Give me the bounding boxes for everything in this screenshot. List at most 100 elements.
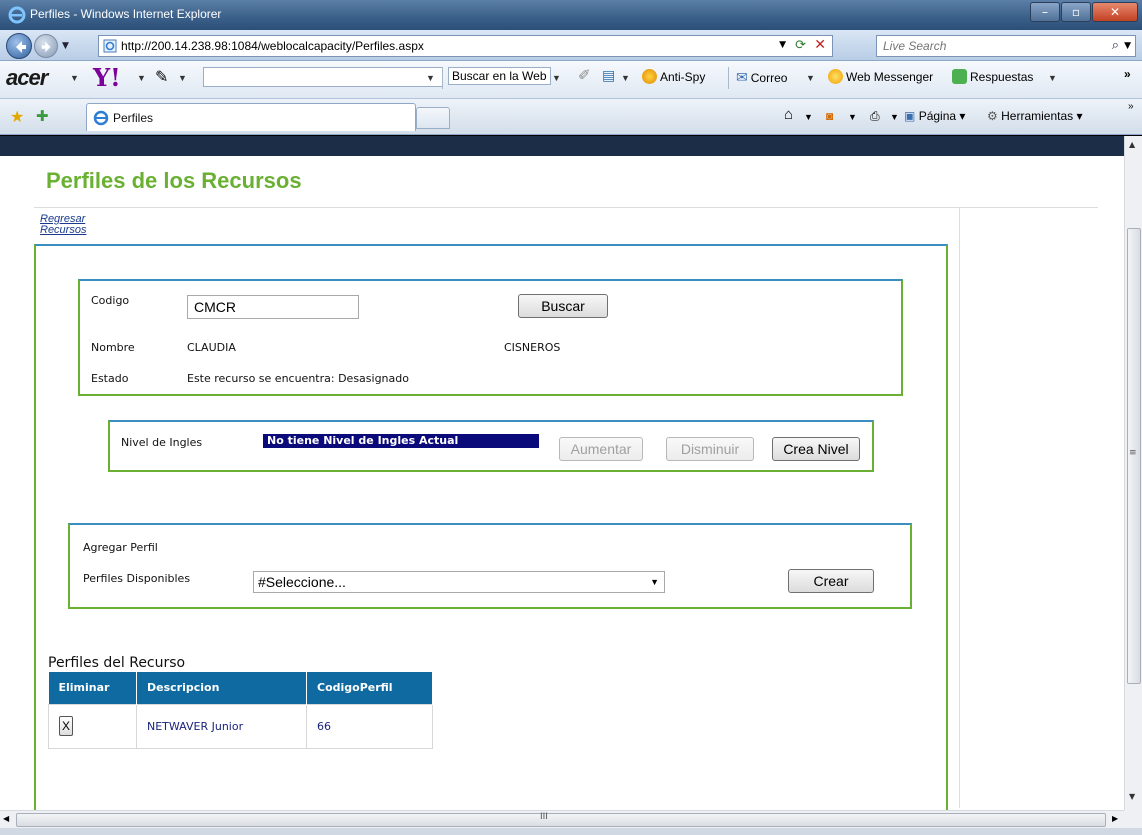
status-bar: [0, 828, 1142, 835]
close-window-button[interactable]: ✕: [1092, 2, 1138, 22]
feeds-icon[interactable]: ◙: [826, 109, 833, 123]
perfiles-disponibles-select[interactable]: #Seleccione... ▼: [253, 571, 665, 593]
correo-button[interactable]: ✉ Correo: [736, 69, 787, 86]
toolbar-search-dropdown-icon[interactable]: ▼: [426, 73, 435, 83]
search-icon[interactable]: ⌕: [1112, 38, 1119, 53]
buscar-dropdown-icon[interactable]: ▼: [552, 73, 561, 83]
yahoo-dropdown-icon[interactable]: ▼: [137, 73, 146, 83]
url-input[interactable]: [121, 38, 761, 54]
toolbar-search-input[interactable]: [203, 67, 443, 87]
scroll-grip-icon: ≡: [1129, 448, 1137, 458]
crea-nivel-button[interactable]: Crea Nivel: [772, 437, 860, 461]
feeds-dropdown-icon[interactable]: ▼: [848, 112, 857, 122]
english-level-box: Nivel de Ingles No tiene Nivel de Ingles…: [108, 420, 874, 472]
pencil-dropdown-icon[interactable]: ▼: [178, 73, 187, 83]
minimize-button[interactable]: –: [1030, 2, 1060, 22]
print-dropdown-icon[interactable]: ▼: [890, 112, 899, 122]
resource-info-box: Codigo CMCR Buscar Nombre CLAUDIA CISNER…: [78, 279, 903, 396]
address-bar: ▼ ▼ ⟳ ✕ ⌕ ▼: [0, 30, 1142, 61]
eliminar-cell: X: [48, 703, 137, 749]
tab-perfiles[interactable]: Perfiles: [86, 103, 416, 131]
perfiles-disponibles-selected: #Seleccione...: [258, 574, 346, 590]
acer-logo[interactable]: acer: [6, 65, 48, 91]
perfiles-recurso-table: Eliminar Descripcion CodigoPerfil X NETW…: [48, 672, 433, 749]
anti-spy-button[interactable]: Anti-Spy: [642, 69, 705, 84]
highlight-pen-icon[interactable]: ✐: [578, 66, 591, 84]
acer-yahoo-toolbar: acer ▼ Y! ▼ ✎ ▼ ▼ Buscar en la Web ▼ ✐ ▤…: [0, 61, 1142, 99]
url-box: ▼ ⟳ ✕: [98, 35, 833, 57]
commandbar-more-chevron-icon[interactable]: »: [1128, 101, 1134, 112]
buscar-en-la-web-button[interactable]: Buscar en la Web: [448, 67, 551, 85]
layout-dropdown-icon[interactable]: ▼: [621, 73, 630, 83]
horizontal-scrollbar[interactable]: ◀ III ▶: [0, 810, 1124, 828]
page-title: Perfiles de los Recursos: [46, 168, 302, 193]
yahoo-logo[interactable]: Y!: [93, 63, 121, 92]
toolbar-separator: [442, 67, 443, 89]
toolbar-separator: [728, 67, 729, 89]
scroll-grip-icon: III: [540, 812, 548, 822]
back-button[interactable]: [6, 33, 32, 59]
scroll-right-arrow-icon[interactable]: ▶: [1112, 814, 1118, 823]
regresar-recursos-link[interactable]: Regresar Recursos: [40, 214, 110, 236]
maximize-button[interactable]: ▫: [1061, 2, 1091, 22]
scroll-left-arrow-icon[interactable]: ◀: [3, 814, 9, 823]
messenger-smiley-icon: [828, 69, 843, 84]
add-favorites-icon[interactable]: ✚: [36, 107, 49, 125]
chevron-down-icon: ▼: [650, 577, 659, 587]
crear-button[interactable]: Crear: [788, 569, 874, 593]
favorites-star-icon[interactable]: ★: [10, 107, 24, 127]
pencil-icon[interactable]: ✎: [155, 67, 168, 87]
recent-pages-dropdown-icon[interactable]: ▼: [62, 41, 69, 51]
url-dropdown-icon[interactable]: ▼: [779, 40, 786, 50]
pagina-menu-button[interactable]: ▣ Página ▾: [904, 109, 965, 123]
table-row: X NETWAVER Junior 66: [48, 703, 433, 749]
apellido-value: CISNEROS: [504, 341, 561, 354]
ie-page-icon: [93, 110, 109, 126]
estado-label: Estado: [91, 372, 129, 385]
ie-logo-icon: [8, 6, 26, 24]
respuestas-button[interactable]: Respuestas: [952, 69, 1033, 84]
codigo-input[interactable]: CMCR: [187, 295, 359, 319]
home-icon[interactable]: ⌂: [784, 106, 793, 123]
back-arrow-icon: [16, 41, 26, 53]
window-title: Perfiles - Windows Internet Explorer: [30, 7, 222, 21]
vertical-scrollbar[interactable]: ▲ ≡ ▼: [1124, 136, 1142, 810]
nombre-label: Nombre: [91, 341, 135, 354]
home-dropdown-icon[interactable]: ▼: [804, 112, 813, 122]
back-link-line2: Recursos: [40, 224, 87, 236]
acer-dropdown-icon[interactable]: ▼: [70, 73, 79, 83]
live-search-input[interactable]: [883, 38, 1093, 54]
correo-dropdown-icon[interactable]: ▼: [806, 73, 815, 83]
anti-spy-label: Anti-Spy: [660, 70, 706, 84]
table-header-row: Eliminar Descripcion CodigoPerfil: [48, 672, 433, 704]
aumentar-button[interactable]: Aumentar: [559, 437, 643, 461]
eliminar-x-button[interactable]: X: [59, 716, 73, 736]
layout-icon[interactable]: ▤: [602, 67, 615, 84]
disminuir-button[interactable]: Disminuir: [666, 437, 754, 461]
forward-button[interactable]: [34, 34, 58, 58]
horizontal-scroll-thumb[interactable]: [16, 813, 1106, 827]
web-messenger-label: Web Messenger: [846, 70, 934, 84]
search-options-dropdown-icon[interactable]: ▼: [1124, 41, 1131, 51]
web-messenger-button[interactable]: Web Messenger: [828, 69, 933, 84]
col-header-descripcion: Descripcion: [136, 672, 307, 704]
scroll-up-arrow-icon[interactable]: ▲: [1129, 140, 1135, 149]
respuestas-dropdown-icon[interactable]: ▼: [1048, 73, 1057, 83]
nombre-value: CLAUDIA: [187, 341, 236, 354]
print-icon[interactable]: ⎙: [870, 109, 880, 124]
scroll-down-arrow-icon[interactable]: ▼: [1129, 792, 1135, 801]
buscar-button[interactable]: Buscar: [518, 294, 608, 318]
herramientas-menu-button[interactable]: ⚙ Herramientas ▾: [987, 109, 1083, 123]
stop-icon[interactable]: ✕: [814, 37, 826, 53]
toolbar-more-chevron-icon[interactable]: »: [1124, 67, 1131, 81]
col-header-eliminar: Eliminar: [48, 672, 137, 704]
estado-value: Este recurso se encuentra: Desasignado: [187, 372, 409, 385]
new-tab-button[interactable]: [416, 107, 450, 129]
right-column-divider: [959, 208, 960, 808]
agregar-perfil-label: Agregar Perfil: [83, 541, 158, 554]
herramientas-label: Herramientas: [1001, 109, 1074, 123]
refresh-icon[interactable]: ⟳: [795, 38, 806, 53]
descripcion-cell: NETWAVER Junior: [136, 703, 307, 749]
perfiles-disponibles-label: Perfiles Disponibles: [83, 572, 191, 585]
codigo-cell: 66: [306, 703, 433, 749]
